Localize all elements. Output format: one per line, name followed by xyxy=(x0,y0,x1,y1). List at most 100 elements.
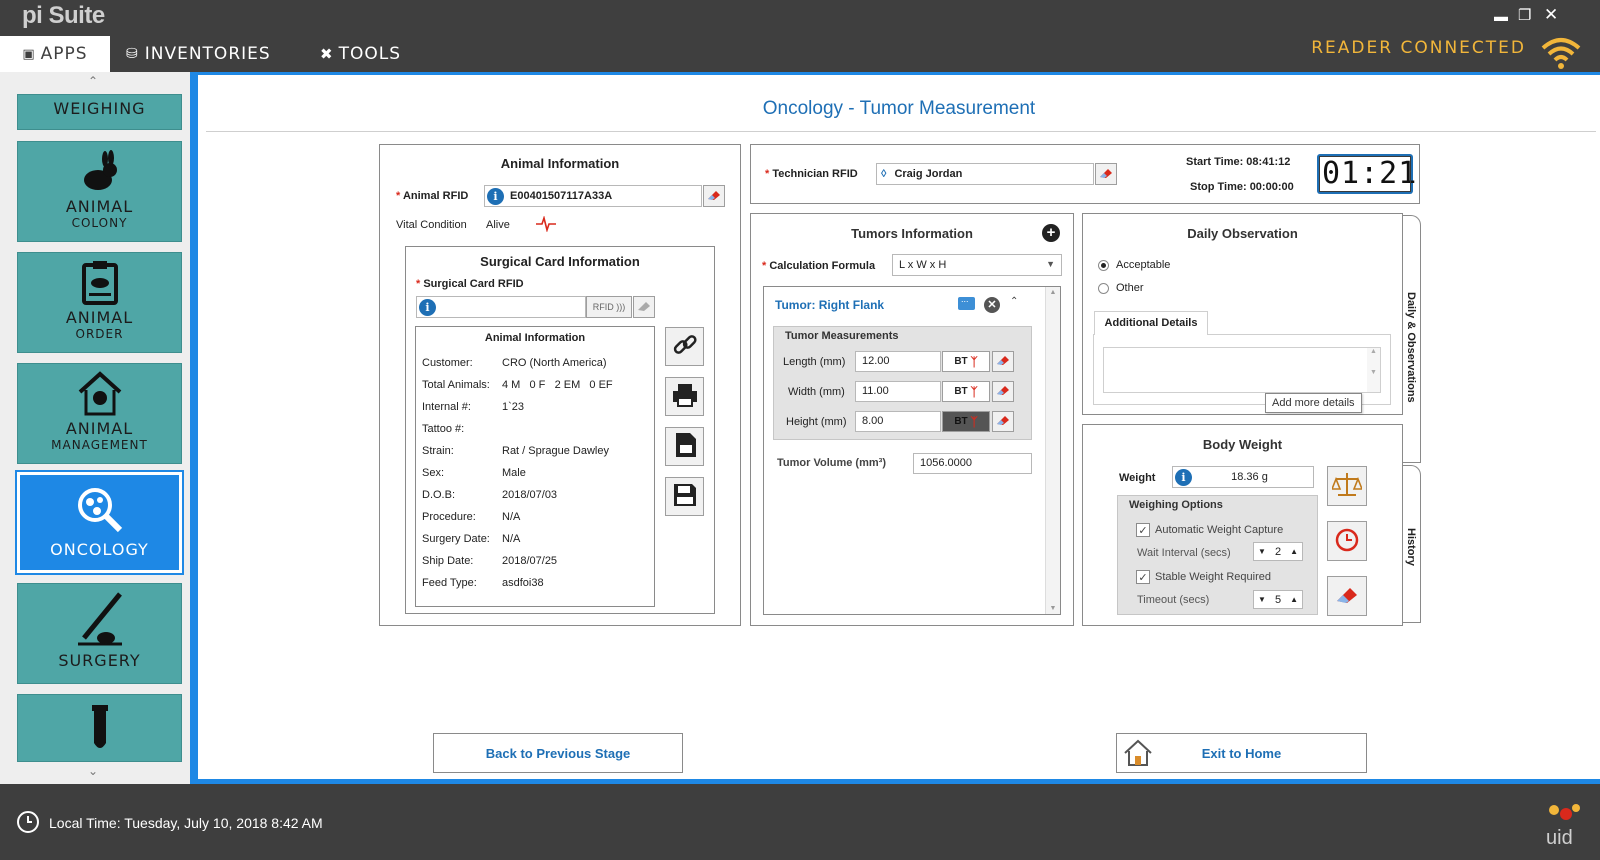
info-row: Surgery Date: N/A xyxy=(422,533,521,545)
width-input[interactable]: 11.00 xyxy=(855,381,941,402)
animal-rfid-field[interactable]: i E00401507117A33A xyxy=(484,185,702,207)
eraser-icon xyxy=(995,354,1011,369)
stepper-up-icon[interactable]: ▲ xyxy=(1290,595,1298,604)
surgical-rfid-label: * Surgical Card RFID xyxy=(416,278,524,290)
length-bt-button[interactable]: BT ᛉ xyxy=(942,351,990,372)
technician-rfid-label: * Technician RFID xyxy=(765,168,858,180)
exit-home-button[interactable]: Exit to Home xyxy=(1116,733,1367,773)
tab-history[interactable]: History xyxy=(1403,465,1421,623)
eraser-button[interactable] xyxy=(703,185,725,207)
print-button[interactable] xyxy=(665,377,704,416)
eraser-button[interactable] xyxy=(1095,163,1117,185)
rabbit-icon xyxy=(18,150,181,197)
weight-label: Weight xyxy=(1119,472,1156,484)
stable-weight-checkbox[interactable]: ✓ Stable Weight Required xyxy=(1136,570,1271,584)
tumors-title: Tumors Information xyxy=(851,226,973,241)
eraser-icon xyxy=(1334,585,1360,608)
tumor-volume-field: 1056.0000 xyxy=(913,453,1032,474)
width-bt-button[interactable]: BT ᛉ xyxy=(942,381,990,402)
tab-daily-observations[interactable]: Daily & Observations xyxy=(1403,215,1421,463)
info-row: Internal #: 1`23 xyxy=(422,401,525,413)
menu-inventories[interactable]: ⛁ INVENTORIES xyxy=(126,36,271,72)
info-row: Feed Type: asdfoi38 xyxy=(422,577,544,589)
back-button[interactable]: Back to Previous Stage xyxy=(433,733,683,773)
info-row: Customer: CRO (North America) xyxy=(422,357,607,369)
eraser-button[interactable] xyxy=(992,411,1014,432)
scale-button[interactable] xyxy=(1327,466,1367,506)
length-input[interactable]: 12.00 xyxy=(855,351,941,372)
tab-additional-details[interactable]: Additional Details xyxy=(1094,311,1208,335)
close-icon[interactable]: ✕ xyxy=(1544,5,1558,25)
radio-icon xyxy=(1098,282,1109,294)
save-button[interactable] xyxy=(665,477,704,516)
comment-icon[interactable]: ... xyxy=(958,294,975,310)
timeout-stepper[interactable]: ▼ 5 ▲ xyxy=(1253,590,1303,609)
weight-field[interactable]: i 18.36 g xyxy=(1172,466,1314,488)
tumor-measurements-title: Tumor Measurements xyxy=(785,330,899,342)
collapse-icon[interactable]: ⌃ xyxy=(1010,296,1018,307)
database-icon: ⛁ xyxy=(126,46,139,62)
technician-rfid-field[interactable]: ◊ Craig Jordan xyxy=(876,163,1094,185)
timer-display: 01:21 xyxy=(1317,154,1416,194)
tumor-scrollbar[interactable]: ▲ ▼ xyxy=(1045,287,1060,614)
radio-other[interactable]: Other xyxy=(1098,282,1144,294)
sidebar-item-animal-colony[interactable]: ANIMAL COLONY xyxy=(17,141,182,242)
radio-acceptable[interactable]: Acceptable xyxy=(1098,259,1170,271)
menu-tools[interactable]: ✖ TOOLS xyxy=(320,36,401,72)
eraser-icon xyxy=(995,414,1011,429)
link-icon xyxy=(672,332,698,361)
restore-icon[interactable]: ❐ xyxy=(1518,6,1531,24)
info-row: D.O.B: 2018/07/03 xyxy=(422,489,558,501)
info-icon[interactable]: i xyxy=(487,187,504,205)
length-label: Length (mm) xyxy=(783,356,846,368)
wait-interval-stepper[interactable]: ▼ 2 ▲ xyxy=(1253,542,1303,561)
eraser-button[interactable] xyxy=(992,351,1014,372)
sd-card-button[interactable] xyxy=(665,427,704,466)
link-button[interactable] xyxy=(665,327,704,366)
wait-interval-label: Wait Interval (secs) xyxy=(1137,547,1231,559)
sidebar-item-animal-order[interactable]: ANIMAL ORDER xyxy=(17,252,182,353)
scroll-up-icon[interactable]: ⌃ xyxy=(88,74,98,88)
minimize-icon[interactable]: ▬ xyxy=(1494,8,1508,24)
bluetooth-icon: ᛉ xyxy=(970,384,978,399)
menu-apps[interactable]: ▣ APPS xyxy=(0,36,110,72)
remove-tumor-icon[interactable]: ✕ xyxy=(984,297,1000,313)
bluetooth-icon: ᛉ xyxy=(970,414,978,429)
info-icon[interactable]: i xyxy=(419,298,436,316)
sidebar-item-sample[interactable] xyxy=(17,694,182,762)
scroll-down-icon[interactable]: ⌄ xyxy=(88,764,98,778)
height-bt-button[interactable]: BT ᛉ xyxy=(942,411,990,432)
stepper-up-icon[interactable]: ▲ xyxy=(1290,547,1298,556)
vital-condition-label: Vital Condition xyxy=(396,219,467,231)
chevron-down-icon: ▼ xyxy=(1046,259,1055,269)
daily-observation-title: Daily Observation xyxy=(1187,226,1298,241)
calculation-formula-select[interactable]: L x W x H ▼ xyxy=(892,254,1062,276)
rfid-scan-button[interactable]: RFID ))) xyxy=(586,296,632,318)
eraser-icon xyxy=(636,300,652,315)
clear-weight-button[interactable] xyxy=(1327,576,1367,616)
auto-capture-checkbox[interactable]: ✓ Automatic Weight Capture xyxy=(1136,523,1283,537)
heartbeat-icon xyxy=(536,215,556,235)
sidebar-item-animal-management[interactable]: ANIMAL MANAGEMENT xyxy=(17,363,182,464)
timer-button[interactable] xyxy=(1327,521,1367,561)
surgical-rfid-field[interactable]: i xyxy=(416,296,586,318)
briefcase-icon: ▣ xyxy=(22,46,36,62)
info-icon[interactable]: i xyxy=(1175,468,1192,486)
height-input[interactable]: 8.00 xyxy=(855,411,941,432)
stepper-down-icon[interactable]: ▼ xyxy=(1258,547,1266,556)
stepper-down-icon[interactable]: ▼ xyxy=(1258,595,1266,604)
add-tumor-icon[interactable]: + xyxy=(1042,224,1060,242)
eraser-button[interactable] xyxy=(992,381,1014,402)
sd-card-icon xyxy=(672,431,698,462)
tooltip: Add more details xyxy=(1265,393,1362,413)
radio-icon xyxy=(1098,259,1109,271)
sidebar-item-surgery[interactable]: SURGERY xyxy=(17,583,182,684)
checkbox-icon: ✓ xyxy=(1136,523,1150,537)
sidebar-item-oncology[interactable]: ONCOLOGY xyxy=(15,470,184,575)
additional-details-textarea[interactable]: ▲ ▼ xyxy=(1103,347,1381,393)
app-logo: pi Suite xyxy=(22,2,105,29)
printer-icon xyxy=(671,382,699,411)
eraser-button[interactable] xyxy=(633,296,655,318)
tools-icon: ✖ xyxy=(320,45,334,63)
sidebar-item-weighing[interactable]: WEIGHING xyxy=(17,94,182,130)
